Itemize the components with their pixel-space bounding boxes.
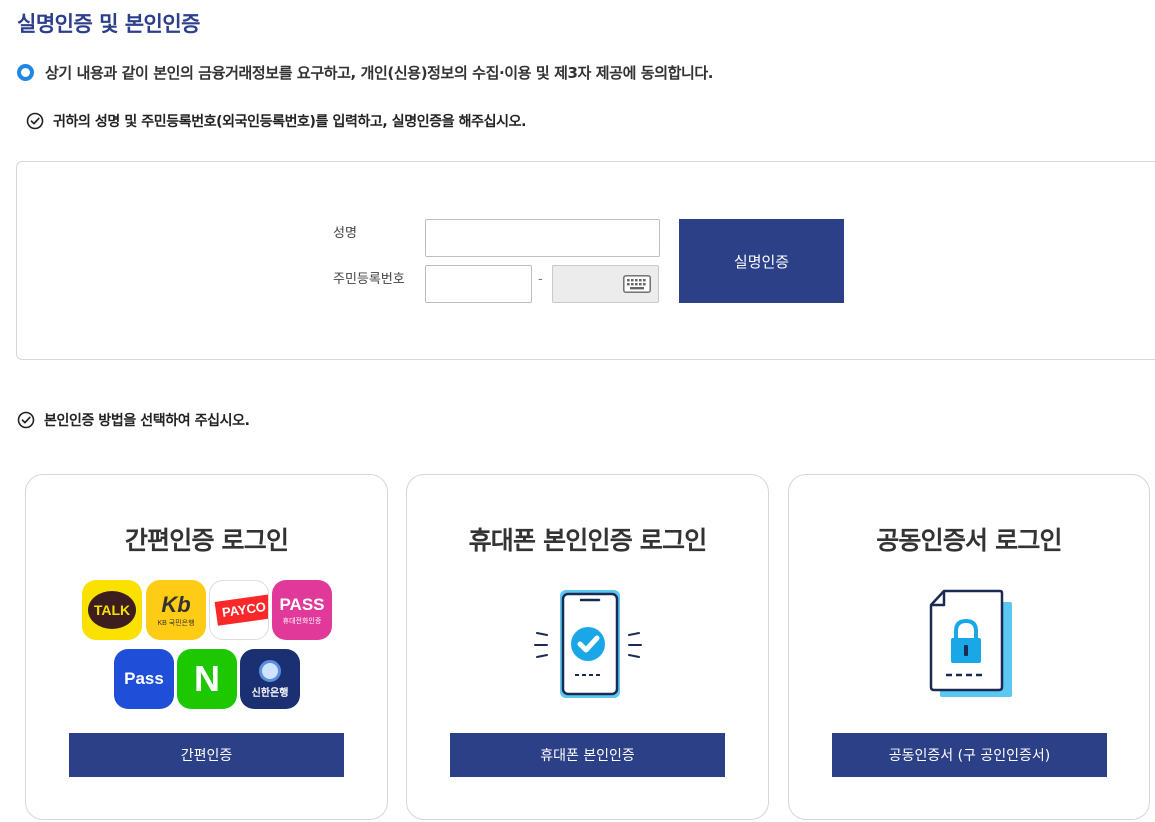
pass-label: 휴대전화인증: [282, 618, 322, 625]
rrn-label: 주민등록번호: [333, 272, 405, 287]
kakao-label: TALK: [93, 602, 131, 618]
real-name-verification-panel: 성명 주민등록번호 - 실명인증: [16, 161, 1155, 360]
joint-cert-button[interactable]: 공동인증서 (구 공인인증서): [832, 733, 1107, 777]
pass-logo: PASS: [279, 595, 325, 614]
payco-icon: PAYCO: [209, 580, 269, 640]
consent-row[interactable]: 상기 내용과 같이 본인의 금융거래정보를 요구하고, 개인(신용)정보의 수집…: [17, 62, 713, 83]
consent-radio[interactable]: [17, 64, 34, 81]
pass-app-icon: Pass: [114, 649, 174, 709]
keyboard-icon[interactable]: [623, 275, 651, 293]
phone-auth-button[interactable]: 휴대폰 본인인증: [450, 733, 725, 777]
name-label: 성명: [333, 226, 357, 241]
lock-document-icon: [929, 589, 1012, 697]
naver-icon: N: [177, 649, 237, 709]
simple-auth-title: 간편인증 로그인: [124, 526, 289, 555]
guide-text: 귀하의 성명 및 주민등록번호(외국인등록번호)를 입력하고, 실명인증을 해주…: [53, 114, 526, 130]
shinhan-bank-icon: 신한은행: [240, 649, 300, 709]
phone-auth-title: 휴대폰 본인인증 로그인: [468, 526, 708, 555]
kb-logo: Kb: [161, 592, 191, 617]
kb-label: KB 국민은행: [157, 620, 195, 627]
phone-auth-card: 휴대폰 본인인증 로그인 휴대폰 본인인증: [406, 474, 769, 820]
simple-auth-card: 간편인증 로그인 TALK Kb KB 국민은행 PAYCO PASS 휴대전화…: [25, 474, 388, 820]
naver-label: N: [194, 658, 220, 699]
real-name-verify-button[interactable]: 실명인증: [679, 219, 844, 303]
pass2-label: Pass: [124, 669, 164, 688]
kakaotalk-icon: TALK: [82, 580, 142, 640]
joint-cert-card: 공동인증서 로그인 공동인증서 (구 공인인증서): [788, 474, 1150, 820]
rrn-front-input[interactable]: [425, 265, 532, 303]
check-circle-icon: [26, 112, 44, 130]
phone-check-icon: [534, 590, 642, 698]
rrn-dash: -: [538, 272, 543, 287]
guide-row: 귀하의 성명 및 주민등록번호(외국인등록번호)를 입력하고, 실명인증을 해주…: [26, 111, 526, 131]
name-input[interactable]: [425, 219, 660, 257]
page-title: 실명인증 및 본인인증: [17, 12, 201, 36]
kb-bank-icon: Kb KB 국민은행: [146, 580, 206, 640]
payco-label: PAYCO: [221, 599, 267, 620]
consent-text: 상기 내용과 같이 본인의 금융거래정보를 요구하고, 개인(신용)정보의 수집…: [45, 64, 714, 82]
pass-icon: PASS 휴대전화인증: [272, 580, 332, 640]
shinhan-label: 신한은행: [251, 687, 289, 699]
joint-cert-title: 공동인증서 로그인: [876, 526, 1062, 555]
method-row: 본인인증 방법을 선택하여 주십시오.: [17, 410, 250, 430]
rrn-back-secure-input[interactable]: [552, 265, 659, 303]
check-circle-icon: [17, 411, 35, 429]
method-text: 본인인증 방법을 선택하여 주십시오.: [44, 413, 250, 429]
simple-auth-button[interactable]: 간편인증: [69, 733, 344, 777]
